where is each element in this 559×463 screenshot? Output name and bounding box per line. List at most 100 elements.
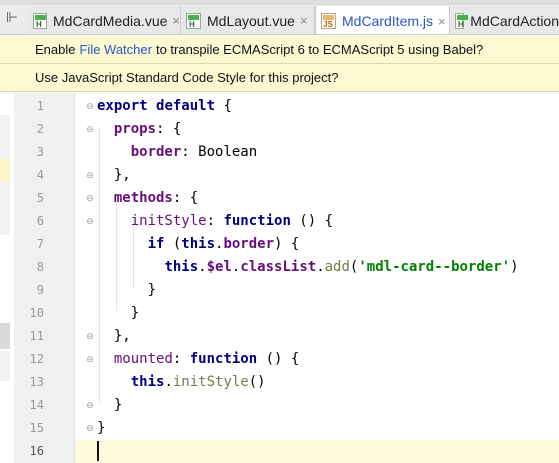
tab-label: MdCardMedia.vue bbox=[53, 12, 168, 29]
split-editor-icon[interactable]: ⊩ bbox=[0, 4, 24, 32]
tab-mdcarditem[interactable]: JS MdCardItem.js × bbox=[315, 6, 450, 34]
code-token: $el bbox=[206, 259, 232, 275]
code-token: add bbox=[324, 259, 350, 275]
code-line[interactable]: props: { bbox=[97, 118, 181, 141]
editor-tab-bar: ⊩ H MdCardMedia.vue × H MdLayout.vue × J… bbox=[0, 0, 559, 35]
code-token: classList bbox=[240, 259, 317, 275]
code-line[interactable]: } bbox=[97, 302, 139, 325]
code-line[interactable]: export default { bbox=[97, 95, 232, 118]
code-token: } bbox=[97, 282, 157, 298]
line-number: 13 bbox=[29, 375, 44, 389]
line-number: 4 bbox=[36, 168, 44, 182]
code-style-text[interactable]: Use JavaScript Standard Code Style for t… bbox=[35, 70, 338, 85]
code-token: : bbox=[172, 351, 190, 367]
current-line-highlight bbox=[75, 440, 559, 463]
code-line[interactable]: }, bbox=[97, 164, 131, 187]
change-marker bbox=[0, 323, 10, 349]
code-token: () { bbox=[257, 351, 300, 367]
code-line[interactable]: if (this.border) { bbox=[97, 233, 300, 256]
fold-toggle-icon[interactable]: ⊖ bbox=[85, 210, 95, 233]
code-line[interactable]: } bbox=[97, 417, 105, 440]
tab-label: MdCardItem.js bbox=[342, 13, 434, 29]
vue-file-icon: H bbox=[455, 12, 468, 29]
code-token: } bbox=[97, 420, 106, 436]
line-number: 10 bbox=[29, 306, 44, 320]
gutter-divider bbox=[74, 93, 75, 463]
fold-toggle-icon[interactable]: ⊖ bbox=[85, 325, 95, 348]
fold-toggle-icon[interactable]: ⊖ bbox=[85, 348, 95, 371]
code-editor[interactable]: 1 ⊖ export default {2 ⊖ props: {3 border: B… bbox=[0, 93, 559, 463]
code-token: this bbox=[130, 374, 165, 390]
file-watcher-link[interactable]: File Watcher bbox=[79, 42, 151, 57]
code-line[interactable]: } bbox=[97, 279, 156, 302]
fold-toggle-icon[interactable]: ⊖ bbox=[85, 187, 95, 210]
code-token: border bbox=[223, 236, 275, 252]
banner-text-suffix: to transpile ECMAScript 6 to ECMAScript … bbox=[155, 42, 484, 57]
close-icon[interactable]: × bbox=[300, 13, 308, 28]
window-top-strip bbox=[0, 0, 559, 5]
code-token: () { bbox=[290, 213, 334, 229]
code-token: : { bbox=[172, 190, 199, 206]
code-token: 'mdl-card--border' bbox=[358, 259, 511, 275]
code-line[interactable]: border: Boolean bbox=[97, 141, 257, 164]
tab-mdcardaction[interactable]: H MdCardAction bbox=[450, 6, 559, 34]
code-token: . bbox=[164, 374, 173, 390]
line-number: 8 bbox=[36, 260, 44, 274]
code-token: function bbox=[189, 351, 258, 367]
code-token: props bbox=[113, 121, 157, 137]
code-token: ) bbox=[510, 259, 519, 275]
code-token: . bbox=[198, 259, 207, 275]
vue-file-icon: H bbox=[33, 12, 48, 29]
file-watcher-banner: Enable File Watcher to transpile ECMAScr… bbox=[0, 36, 559, 64]
code-line[interactable]: mounted: function () { bbox=[97, 348, 299, 371]
code-token: : { bbox=[156, 121, 182, 137]
line-number: 11 bbox=[29, 329, 44, 343]
code-token: methods bbox=[113, 190, 173, 206]
fold-toggle-icon[interactable]: ⊖ bbox=[85, 394, 95, 417]
code-line[interactable]: methods: { bbox=[97, 187, 198, 210]
code-token: this bbox=[181, 236, 216, 252]
close-icon[interactable]: × bbox=[172, 13, 180, 28]
line-number: 16 bbox=[29, 444, 44, 458]
fold-toggle-icon[interactable]: ⊖ bbox=[85, 417, 95, 440]
code-token: export bbox=[97, 98, 157, 114]
tab-mdcardmedia[interactable]: H MdCardMedia.vue × bbox=[28, 6, 181, 34]
code-line[interactable]: } bbox=[97, 394, 122, 417]
line-number: 6 bbox=[36, 214, 44, 228]
tab-mdlayout[interactable]: H MdLayout.vue × bbox=[181, 6, 315, 34]
fold-toggle-icon[interactable]: ⊖ bbox=[85, 164, 95, 187]
code-token: } bbox=[97, 305, 140, 321]
line-number: 5 bbox=[36, 191, 44, 205]
line-number: 9 bbox=[36, 283, 44, 297]
code-line[interactable]: initStyle: function () { bbox=[97, 210, 333, 233]
code-line[interactable]: this.initStyle() bbox=[97, 371, 266, 394]
tab-label: MdLayout.vue bbox=[207, 12, 295, 29]
left-marker-strip bbox=[0, 93, 14, 463]
line-number: 14 bbox=[29, 398, 44, 412]
code-token: . bbox=[316, 259, 325, 275]
text-caret bbox=[97, 441, 99, 461]
line-number: 7 bbox=[36, 237, 44, 251]
code-line[interactable]: }, bbox=[97, 325, 131, 348]
code-line[interactable]: this.$el.classList.add('mdl-card--border… bbox=[97, 256, 519, 279]
code-token: if bbox=[147, 236, 165, 252]
code-token: }, bbox=[97, 167, 131, 183]
code-token: { bbox=[223, 98, 232, 114]
close-icon[interactable]: × bbox=[438, 14, 446, 29]
vue-file-icon: H bbox=[186, 12, 201, 29]
code-token: default bbox=[156, 98, 224, 114]
js-file-icon: JS bbox=[321, 13, 336, 29]
code-token: : Boolean bbox=[181, 144, 258, 160]
fold-toggle-icon[interactable]: ⊖ bbox=[85, 118, 95, 141]
fold-toggle-icon[interactable]: ⊖ bbox=[85, 95, 95, 118]
code-token: () bbox=[248, 374, 266, 390]
line-number: 2 bbox=[36, 122, 44, 136]
code-token: } bbox=[97, 397, 123, 413]
